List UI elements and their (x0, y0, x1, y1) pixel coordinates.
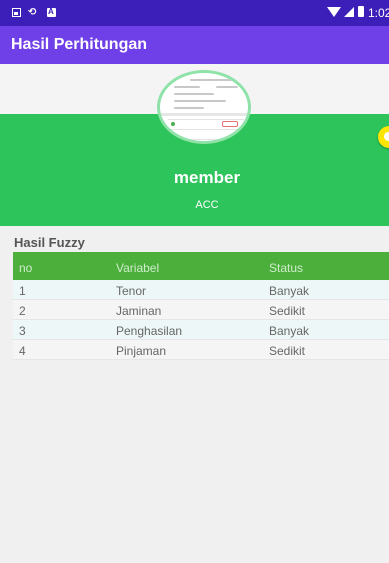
cell-status: Banyak (269, 284, 310, 298)
avatar-detail (174, 100, 226, 102)
avatar-detail (190, 79, 234, 81)
column-header-variabel: Variabel (116, 261, 160, 275)
fuzzy-table: no Variabel Status 1 Tenor Banyak 2 Jami… (13, 252, 389, 360)
cell-no: 4 (19, 344, 26, 358)
cell-variabel: Pinjaman (116, 344, 167, 358)
signal-icon (344, 7, 354, 17)
table-row: 2 Jaminan Sedikit (13, 300, 389, 320)
cell-status: Banyak (269, 324, 310, 338)
cast-icon: ⟲ (28, 7, 37, 18)
cell-variabel: Tenor (116, 284, 147, 298)
member-status: ACC (195, 199, 219, 211)
cell-status: Sedikit (269, 344, 306, 358)
avatar-detail (160, 113, 248, 116)
cell-variabel: Penghasilan (116, 324, 183, 338)
section-title: Hasil Fuzzy (14, 235, 85, 250)
status-bar: ⟲ 1:02 (0, 0, 389, 26)
table-row: 1 Tenor Banyak (13, 280, 389, 300)
avatar-detail (216, 86, 238, 88)
member-name: member (173, 168, 241, 187)
page-title: Hasil Perhitungan (11, 36, 148, 53)
battery-icon (358, 6, 364, 17)
avatar-detail (168, 129, 244, 139)
a-badge-icon (47, 7, 56, 17)
column-header-status: Status (269, 261, 304, 275)
table-header: no Variabel Status (13, 252, 389, 280)
cell-no: 3 (19, 324, 26, 338)
table-row: 4 Pinjaman Sedikit (13, 340, 389, 360)
column-header-no: no (19, 261, 33, 275)
avatar-detail (174, 107, 204, 109)
table-row: 3 Penghasilan Banyak (13, 320, 389, 340)
cell-no: 1 (19, 284, 26, 298)
avatar-detail (174, 86, 200, 88)
cell-status: Sedikit (269, 304, 306, 318)
cell-variabel: Jaminan (116, 304, 162, 318)
status-time: 1:02 (368, 6, 389, 20)
avatar-detail (168, 119, 244, 129)
avatar[interactable] (157, 70, 251, 144)
avatar-detail (174, 93, 214, 95)
image-icon (12, 8, 21, 17)
cell-no: 2 (19, 304, 26, 318)
wifi-icon (327, 7, 341, 17)
app-bar: Hasil Perhitungan (0, 26, 389, 64)
